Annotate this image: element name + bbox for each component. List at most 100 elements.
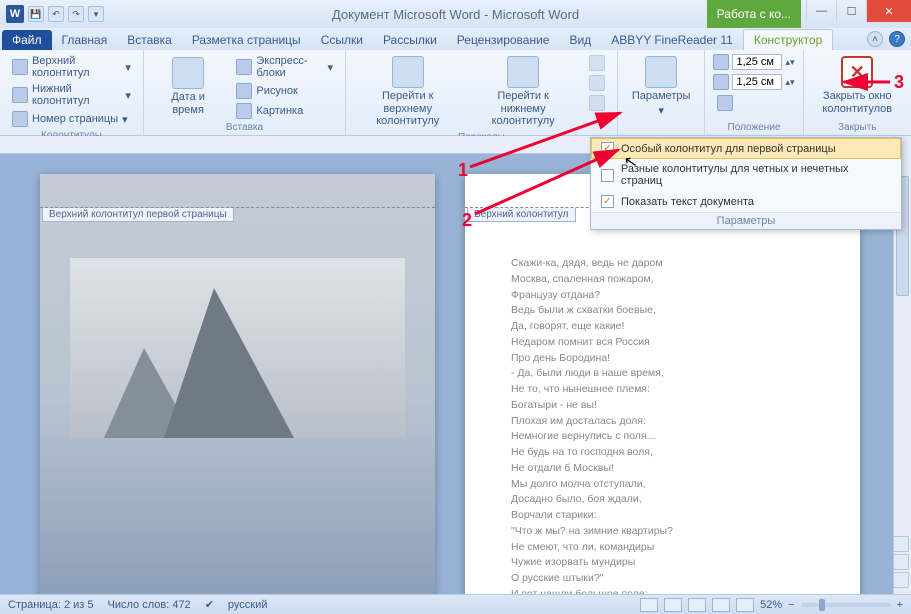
footer-from-bottom[interactable]: ▴▾ <box>713 74 794 90</box>
group-label: Закрыть <box>812 120 904 133</box>
spinner-icon[interactable]: ▴▾ <box>785 77 794 88</box>
qat-redo-icon[interactable]: ↷ <box>68 6 84 22</box>
browse-select-icon[interactable] <box>893 554 909 570</box>
poem-line: Не будь на то господня воля, <box>511 445 860 461</box>
next-icon <box>589 75 605 91</box>
qat-save-icon[interactable]: 💾 <box>28 6 44 22</box>
qat-custom-icon[interactable]: ▾ <box>88 6 104 22</box>
poem-line: Ведь были ж схватки боевые, <box>511 303 860 319</box>
poem-line: "Что ж мы? на зимние квартиры? <box>511 524 860 540</box>
goto-footer-label: Перейти к нижнему колонтитулу <box>475 90 570 128</box>
word-app-icon[interactable]: W <box>6 5 24 23</box>
title-bar: W 💾 ↶ ↷ ▾ Документ Microsoft Word - Micr… <box>0 0 911 28</box>
footer-button[interactable]: Нижний колонтитул ▾ <box>8 82 135 108</box>
status-proofing-icon[interactable]: ✔ <box>205 598 214 611</box>
mountain-shape <box>164 288 294 438</box>
browse-prev-icon[interactable] <box>893 536 909 552</box>
view-web-icon[interactable] <box>688 598 706 612</box>
clipart-label: Картинка <box>256 105 303 117</box>
window-title: Документ Microsoft Word - Microsoft Word <box>332 7 579 22</box>
minimize-ribbon-icon[interactable]: ˄ <box>867 31 883 47</box>
body-text[interactable]: Скажи-ка, дядя, ведь не даромМосква, спа… <box>465 208 860 594</box>
header-zone[interactable]: Верхний колонтитул первой страницы <box>40 174 435 208</box>
status-page[interactable]: Страница: 2 из 5 <box>8 599 94 611</box>
options-button[interactable]: Параметры ▾ <box>626 54 697 119</box>
nav-prev-button <box>585 54 609 72</box>
status-language[interactable]: русский <box>228 599 267 611</box>
minimize-button[interactable]: — <box>806 0 836 22</box>
checkbox-checked-icon[interactable]: ✓ <box>601 195 614 208</box>
group-options: Параметры ▾ <box>618 50 706 135</box>
poem-line: Мы долго молча отступали, <box>511 477 860 493</box>
tab-mailings[interactable]: Рассылки <box>373 30 447 50</box>
tab-file[interactable]: Файл <box>2 30 52 50</box>
link-icon <box>589 95 605 111</box>
help-icon[interactable]: ? <box>889 31 905 47</box>
option-show-document-text[interactable]: ✓ Показать текст документа <box>591 191 901 212</box>
page-2[interactable]: Верхний колонтитул Скажи-ка, дядя, ведь … <box>465 174 860 594</box>
tab-view[interactable]: Вид <box>559 30 601 50</box>
quick-parts-label: Экспресс-блоки <box>256 55 323 79</box>
view-fullscreen-icon[interactable] <box>664 598 682 612</box>
qat-undo-icon[interactable]: ↶ <box>48 6 64 22</box>
header-button[interactable]: Верхний колонтитул ▾ <box>8 54 135 80</box>
view-print-layout-icon[interactable] <box>640 598 658 612</box>
quick-access-toolbar: W 💾 ↶ ↷ ▾ <box>0 5 110 23</box>
blocks-icon <box>236 59 252 75</box>
tab-home[interactable]: Главная <box>52 30 118 50</box>
tab-design[interactable]: Конструктор <box>743 29 833 50</box>
footer-bottom-input[interactable] <box>732 74 782 90</box>
clipart-icon <box>236 103 252 119</box>
nav-next-button <box>585 74 609 92</box>
picture-button[interactable]: Рисунок <box>232 82 337 100</box>
tab-insert[interactable]: Вставка <box>117 30 182 50</box>
close-button[interactable]: ✕ <box>866 0 911 22</box>
page-number-button[interactable]: Номер страницы ▾ <box>8 110 135 128</box>
spinner-icon[interactable]: ▴▾ <box>785 57 794 68</box>
contextual-tab-label: Работа с ко... <box>707 0 801 28</box>
poem-line: Про день Бородина! <box>511 351 860 367</box>
poem-line: Скажи-ка, дядя, ведь не даром <box>511 256 860 272</box>
pagenum-icon <box>12 111 28 127</box>
insert-alignment-tab[interactable] <box>713 94 794 112</box>
option-different-first-page[interactable]: ✓ Особый колонтитул для первой страницы <box>591 138 901 159</box>
zoom-slider[interactable] <box>801 603 891 607</box>
header-from-top[interactable]: ▴▾ <box>713 54 794 70</box>
group-position: ▴▾ ▴▾ Положение <box>705 50 803 135</box>
quick-parts-button[interactable]: Экспресс-блоки ▾ <box>232 54 337 80</box>
checkbox-icon[interactable] <box>601 169 614 182</box>
clipart-button[interactable]: Картинка <box>232 102 337 120</box>
ribbon-tabs: Файл Главная Вставка Разметка страницы С… <box>0 28 911 50</box>
close-header-footer-button[interactable]: ✕ Закрыть окно колонтитулов <box>812 54 904 117</box>
footer-icon <box>12 87 28 103</box>
tab-references[interactable]: Ссылки <box>311 30 373 50</box>
view-outline-icon[interactable] <box>712 598 730 612</box>
header-tab-label: Верхний колонтитул <box>467 208 576 222</box>
zoom-in-icon[interactable]: + <box>897 599 903 611</box>
tab-pagelayout[interactable]: Разметка страницы <box>182 30 311 50</box>
margin-top-icon <box>713 54 729 70</box>
poem-line: Французу отдана? <box>511 288 860 304</box>
zoom-level[interactable]: 52% <box>760 599 782 611</box>
group-label: Вставка <box>152 120 337 133</box>
goto-footer-button[interactable]: Перейти к нижнему колонтитулу <box>469 54 576 130</box>
checkbox-checked-icon[interactable]: ✓ <box>601 142 614 155</box>
status-word-count[interactable]: Число слов: 472 <box>108 599 191 611</box>
browse-next-icon[interactable] <box>893 572 909 588</box>
annotation-number-2: 2 <box>462 210 472 231</box>
poem-line: Ворчали старики: <box>511 508 860 524</box>
page-1-cover[interactable]: Верхний колонтитул первой страницы [Введ… <box>40 174 435 594</box>
tab-abbyy[interactable]: ABBYY FineReader 11 <box>601 30 743 50</box>
zoom-slider-knob[interactable] <box>819 599 825 611</box>
zoom-out-icon[interactable]: − <box>788 599 794 611</box>
view-draft-icon[interactable] <box>736 598 754 612</box>
poem-line: Плохая им досталась доля: <box>511 414 860 430</box>
date-time-button[interactable]: Дата и время <box>152 54 224 120</box>
maximize-button[interactable]: ☐ <box>836 0 866 22</box>
goto-header-button[interactable]: Перейти к верхнему колонтитулу <box>354 54 461 130</box>
header-top-input[interactable] <box>732 54 782 70</box>
tab-review[interactable]: Рецензирование <box>447 30 560 50</box>
poem-line: Немногие вернулись с поля... <box>511 429 860 445</box>
ribbon: Верхний колонтитул ▾ Нижний колонтитул ▾… <box>0 50 911 136</box>
options-panel-footer: Параметры <box>591 212 901 229</box>
